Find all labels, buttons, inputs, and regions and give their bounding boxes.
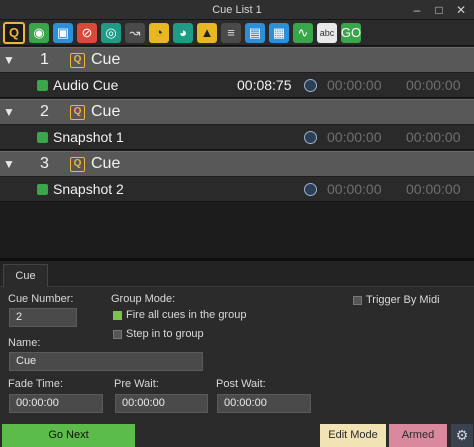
pre-wait-field[interactable]: 00:00:00 (115, 394, 208, 413)
tab-strip: Cue (0, 261, 474, 287)
expand-triangle-icon[interactable]: ▼ (3, 53, 15, 67)
fade-time-field[interactable]: 00:00:00 (9, 394, 103, 413)
arrow-curve-icon[interactable]: ↝ (125, 22, 145, 43)
trigger-midi-label: Trigger By Midi (366, 294, 440, 306)
cue-group-row[interactable]: ▼ 1 Q Cue (0, 47, 474, 72)
waveform-icon[interactable]: ∿ (293, 22, 313, 43)
name-field[interactable]: Cue (9, 352, 203, 371)
pre-wait-time: 00:00:00 (327, 77, 382, 93)
step-in-label: Step in to group (126, 328, 204, 340)
snapshot-icon (37, 131, 48, 143)
cue-number: 2 (40, 103, 49, 120)
tab-cue[interactable]: Cue (3, 264, 48, 287)
cue-name: Audio Cue (53, 77, 119, 93)
cue-number: 1 (40, 51, 49, 68)
go-next-button[interactable]: Go Next (2, 424, 135, 447)
fade-time-label: Fade Time: (8, 378, 64, 390)
clock-icon[interactable] (304, 78, 317, 92)
cue-number: 3 (40, 155, 49, 172)
window-title: Cue List 1 (212, 3, 262, 16)
settings-gear-icon[interactable]: ⚙ (451, 424, 473, 447)
no-entry-icon[interactable]: ⊘ (77, 22, 97, 43)
cue-name: Snapshot 2 (53, 181, 124, 197)
faders-icon[interactable]: ≡ (221, 22, 241, 43)
snapshot-icon (37, 183, 48, 195)
video-icon[interactable]: ▦ (269, 22, 289, 43)
clock-icon[interactable] (304, 130, 317, 144)
pre-wait-time: 00:00:00 (327, 129, 382, 145)
cue-row[interactable]: Snapshot 1 00:00:00 00:00:00 (0, 125, 474, 150)
cue-group-name: Cue (91, 103, 121, 120)
cue-properties-panel: Cue Cue Number: 2 Group Mode: Fire all c… (0, 261, 474, 447)
cue-row[interactable]: Audio Cue 00:08:75 00:00:00 00:00:00 (0, 73, 474, 98)
maximize-icon[interactable]: □ (432, 3, 446, 17)
cue-row[interactable]: Snapshot 2 00:00:00 00:00:00 (0, 177, 474, 202)
title-bar: Cue List 1 – □ ✕ (0, 0, 474, 20)
expand-triangle-icon[interactable]: ▼ (3, 157, 15, 171)
text-abc-icon[interactable]: abc (317, 22, 337, 43)
armed-button[interactable]: Armed (389, 424, 447, 447)
pre-wait-time: 00:00:00 (327, 181, 382, 197)
cue-number-label: Cue Number: (8, 293, 74, 305)
target-icon[interactable]: ◎ (101, 22, 121, 43)
audio-cue-icon (37, 79, 48, 91)
cue-duration: 00:08:75 (237, 77, 292, 93)
post-wait-field[interactable]: 00:00:00 (217, 394, 311, 413)
metronome-icon[interactable]: ▲ (197, 22, 217, 43)
post-wait-time: 00:00:00 (406, 129, 461, 145)
cue-q-icon: Q (70, 104, 85, 120)
minimize-icon[interactable]: – (410, 3, 424, 17)
pacman-icon[interactable]: ◕ (173, 22, 193, 43)
fire-all-checkbox[interactable] (113, 311, 122, 320)
go-icon[interactable]: GO (341, 22, 361, 43)
cue-group-row[interactable]: ▼ 2 Q Cue (0, 99, 474, 124)
toolbar: Q ◉ ▣ ⊘ ◎ ↝ ◔ ◕ ▲ ≡ ▤ ▦ ∿ abc GO (0, 20, 474, 46)
edit-mode-button[interactable]: Edit Mode (320, 424, 386, 447)
cue-group-row[interactable]: ▼ 3 Q Cue (0, 151, 474, 176)
close-icon[interactable]: ✕ (454, 3, 468, 17)
camera-icon[interactable]: ▣ (53, 22, 73, 43)
post-wait-label: Post Wait: (216, 378, 266, 390)
cue-name: Snapshot 1 (53, 129, 124, 145)
post-wait-time: 00:00:00 (406, 77, 461, 93)
cue-group-name: Cue (91, 155, 121, 172)
name-label: Name: (8, 337, 41, 349)
snapshot-icon[interactable]: ◉ (29, 22, 49, 43)
trigger-midi-checkbox[interactable] (353, 296, 362, 305)
fire-all-label: Fire all cues in the group (126, 309, 247, 321)
dial-icon[interactable]: ◔ (149, 22, 169, 43)
cue-q-icon: Q (70, 52, 85, 68)
cue-q-icon: Q (70, 156, 85, 172)
cue-q-icon[interactable]: Q (3, 21, 25, 44)
cue-list: ▼ 1 Q Cue Audio Cue 00:08:75 00:00:00 00… (0, 47, 474, 260)
expand-triangle-icon[interactable]: ▼ (3, 105, 15, 119)
pre-wait-label: Pre Wait: (114, 378, 159, 390)
cue-number-field[interactable]: 2 (9, 308, 77, 327)
clock-icon[interactable] (304, 182, 317, 196)
post-wait-time: 00:00:00 (406, 181, 461, 197)
cue-group-name: Cue (91, 51, 121, 68)
group-mode-label: Group Mode: (111, 293, 176, 305)
step-in-checkbox[interactable] (113, 330, 122, 339)
windows-icon[interactable]: ▤ (245, 22, 265, 43)
window-controls: – □ ✕ (410, 3, 468, 17)
